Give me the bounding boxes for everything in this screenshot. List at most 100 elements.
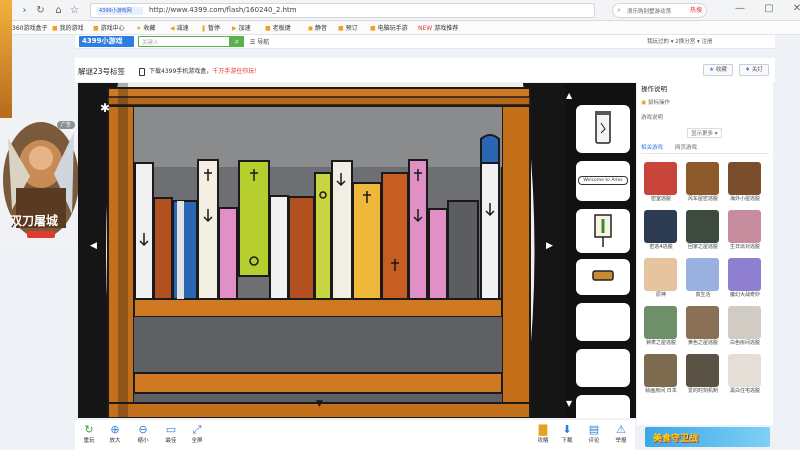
related-game-item[interactable]: 密室逃脱 [641,162,681,202]
inventory-slot-empty[interactable] [576,303,630,341]
calendar-icon: ■ [338,25,344,32]
nav-right-arrow-icon[interactable]: ▶ [546,241,553,251]
related-game-item[interactable]: 绘画房间 日本 [641,354,681,394]
controls-title: 操作说明 [641,85,667,93]
mouse-control: ▣ 鼠标操作 [641,100,670,106]
game-label: 回家之屋逃脱 [687,244,718,250]
inventory-up-arrow-icon[interactable]: ▲ [566,91,574,100]
report-button[interactable]: ⚠ 举报 [607,423,635,444]
related-game-item[interactable]: 爱的时刻机制 [683,354,723,394]
bookmark-item[interactable]: ■ 老板键 [265,23,291,32]
inventory-slot-plant[interactable] [576,209,630,253]
star-icon: ★ [709,67,716,73]
related-game-item[interactable]: 真生活 [683,258,723,298]
related-game-item[interactable]: 回家之屋逃脱 [683,210,723,250]
game-toolbar: ↻ 重玩 ⊕ 放大 ⊖ 缩小 ▭ 最佳 ⤢ 全屏 ▇ 攻略 ⬇ 下载 ▤ 评论 ⚠ 举报 [75,420,635,450]
left-ad-strip[interactable] [0,0,12,130]
fullscreen-icon: ⤢ [192,423,202,436]
new-badge-icon: NEW [418,25,433,32]
comment-button[interactable]: ▤ 评论 [580,423,608,444]
replay-button[interactable]: ↻ 重玩 [75,423,103,444]
related-game-item[interactable]: 海外小屋逃脱 [725,162,765,202]
star-icon[interactable]: ☆ [68,4,81,17]
game-label: 魔幻大战奇妙 [729,292,760,298]
bookmark-item[interactable]: ◼ 静音 [308,23,327,32]
related-game-item[interactable]: 钟表之屋逃脱 [641,306,681,346]
url-field[interactable]: 4399小游戏网 http://www.4399.com/flash/16024… [90,3,595,18]
tab-related-games[interactable]: 相关游戏 [641,143,663,151]
forward-icon[interactable]: › [18,4,31,17]
game-label: 密逃4逃脱 [649,244,673,250]
game-label: 绘画房间 日本 [645,388,677,394]
inventory-slot-empty[interactable] [576,349,630,387]
bookmark-item[interactable]: ■ 我的游戏 [52,23,84,32]
zoom-in-button[interactable]: ⊕ 放大 [101,423,129,444]
bookmark-item[interactable]: ◀ 减速 [170,23,189,32]
show-more-button[interactable]: 显示更多 ▾ [687,128,722,138]
game-label: 海外小屋逃脱 [729,196,760,202]
bookmark-item[interactable]: NEW 游戏推荐 [418,23,458,32]
inventory-down-arrow-icon[interactable]: ▼ [566,399,574,408]
inventory-slot-empty[interactable] [576,395,630,418]
note-item: Welcome to Arles [578,176,628,185]
download-button[interactable]: ⬇ 下载 [553,423,581,444]
left-ad-banner[interactable]: 双刀屠城 [0,118,82,244]
zoom-out-button[interactable]: ⊖ 缩小 [129,423,157,444]
game-thumbnail [728,210,761,243]
related-game-item[interactable]: 风车屋密逃脱 [683,162,723,202]
promo-banner[interactable]: 美食守卫战 [645,427,770,447]
ad-badge[interactable]: 广告 [57,121,75,129]
game-title-row: 解谜23号标签 下载4399手机游戏盒，千万手游任你玩！ ★ 收藏 ♦ 关灯 [75,58,775,82]
nav-down-arrow-icon[interactable]: ▼ [316,399,323,409]
lighter-icon [592,270,614,281]
bookmark-item[interactable]: ■ 电脑玩手游 [370,23,408,32]
ad-title: 双刀屠城 [10,214,59,228]
inventory-slot-lighter[interactable] [576,259,630,295]
rewind-icon: ◀ [170,25,175,32]
ad-start-button[interactable] [27,231,55,238]
related-game-item[interactable]: 白色房间逃脱 [725,306,765,346]
related-game-item[interactable]: 黑白住宅逃脱 [725,354,765,394]
tab-web-games[interactable]: 网页游戏 [675,143,697,151]
favorite-button[interactable]: ★ 收藏 [703,64,733,76]
game-label: 真生活 [695,292,711,298]
site-search-input[interactable]: 关键入 [138,36,230,47]
game-intro-label: 游戏说明 [641,115,664,121]
game-label: 原神 [655,292,666,298]
related-game-item[interactable]: 生日派对逃脱 [725,210,765,250]
bookmark-item[interactable]: ■ 预订 [338,23,358,32]
bookmark-item[interactable]: ❚ 暂停 [201,23,220,32]
bookmark-item[interactable]: ▶ 加速 [232,23,251,32]
hot-search-label[interactable]: 热搜 [690,5,702,14]
site-logo[interactable]: 4399小游戏 [79,36,134,47]
game-label: 黄色之屋逃脱 [687,340,718,346]
bookmark-item[interactable]: ■ 游戏中心 [93,23,125,32]
related-game-item[interactable]: 原神 [641,258,681,298]
warning-icon: ⚠ [616,423,626,436]
plant-card-icon [594,214,612,247]
window-controls[interactable]: — ▢ ✕ [735,3,800,14]
best-fit-button[interactable]: ▭ 最佳 [157,423,185,444]
related-game-item[interactable]: 黄色之屋逃脱 [683,306,723,346]
download-tip[interactable]: 下载4399手机游戏盒，千万手游任你玩！ [139,66,260,76]
site-search-button[interactable]: ⌕ [230,36,244,47]
bookmark-item[interactable]: ★ 收藏 [136,23,155,32]
refresh-icon[interactable]: ↻ [34,4,47,17]
settings-gear-icon[interactable]: ✱ [100,101,110,115]
download-tip-text: 下载4399手机游戏盒， [149,68,213,75]
inventory-slot-jar[interactable] [576,105,630,153]
related-game-item[interactable]: 魔幻大战奇妙 [725,258,765,298]
home-icon[interactable]: ⌂ [52,4,65,17]
nav-left-arrow-icon[interactable]: ◀ [90,241,97,251]
nav-link[interactable]: ☰ 导航 [250,37,269,46]
header-user-links[interactable]: 我玩过的 ▾ 2换分宫 ▾ 注册 [647,37,713,45]
browser-search-placeholder: 浪乐购别墅游动荡 [627,9,672,15]
inventory-slot-note[interactable]: Welcome to Arles [576,161,630,201]
screen-icon: ▭ [165,423,177,436]
lights-off-button[interactable]: ♦ 关灯 [739,64,769,76]
fullscreen-button[interactable]: ⤢ 全屏 [183,423,211,444]
game-canvas[interactable]: Welcome to Arles ▲ ▼ ◀ ▶ ▼ ✱ [78,83,636,418]
game-label: 爱的时刻机制 [687,388,718,394]
related-game-item[interactable]: 密逃4逃脱 [641,210,681,250]
bookmark-item[interactable]: 360游戏盒子 [12,23,47,32]
